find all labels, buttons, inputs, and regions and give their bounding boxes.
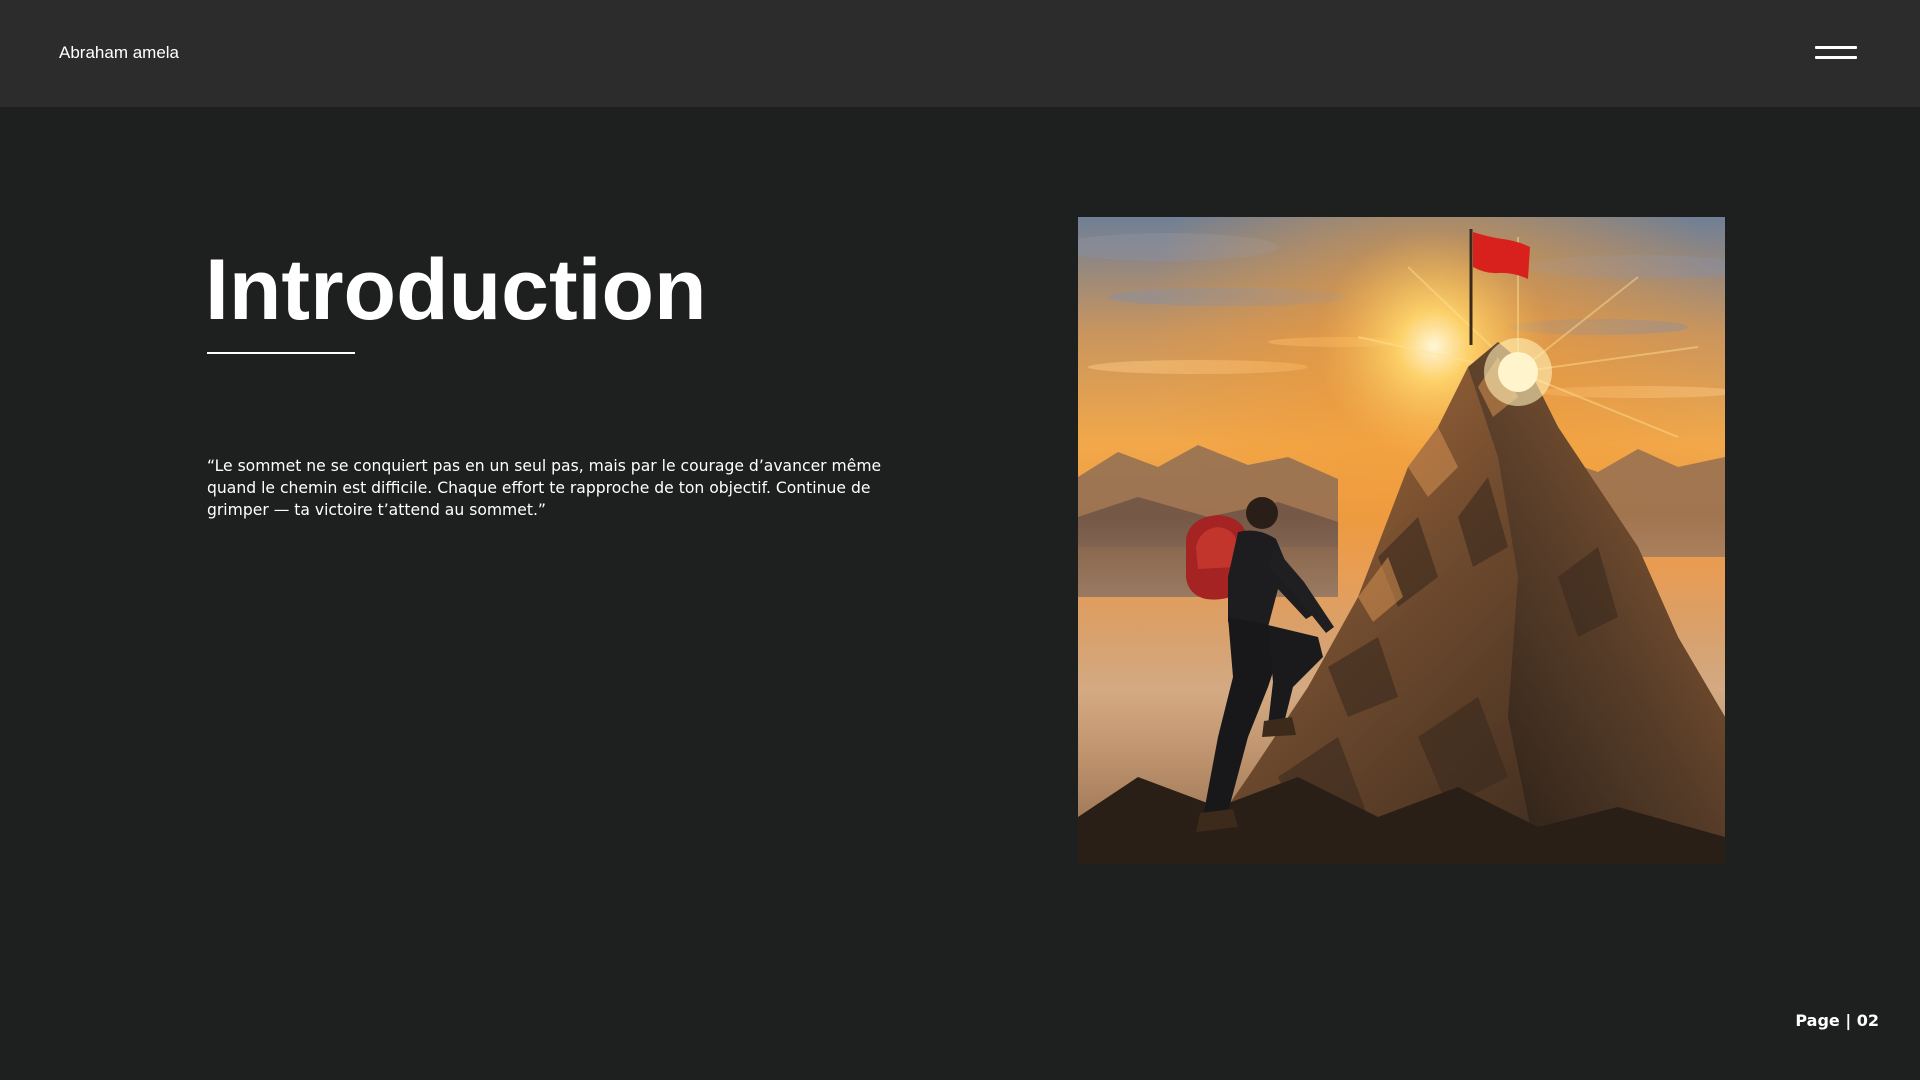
menu-line bbox=[1815, 56, 1857, 59]
page-number: Page | 02 bbox=[1795, 1011, 1879, 1030]
top-bar: Abraham amela bbox=[0, 0, 1920, 107]
quote-text: “Le sommet ne se conquiert pas en un seu… bbox=[207, 457, 882, 519]
menu-line bbox=[1815, 46, 1857, 49]
author-name[interactable]: Abraham amela bbox=[59, 42, 179, 64]
mountain-climber-image bbox=[1078, 217, 1725, 864]
title-underline bbox=[207, 352, 355, 354]
slide-title: Introduction bbox=[205, 242, 707, 338]
hamburger-menu-icon[interactable] bbox=[1811, 44, 1859, 68]
